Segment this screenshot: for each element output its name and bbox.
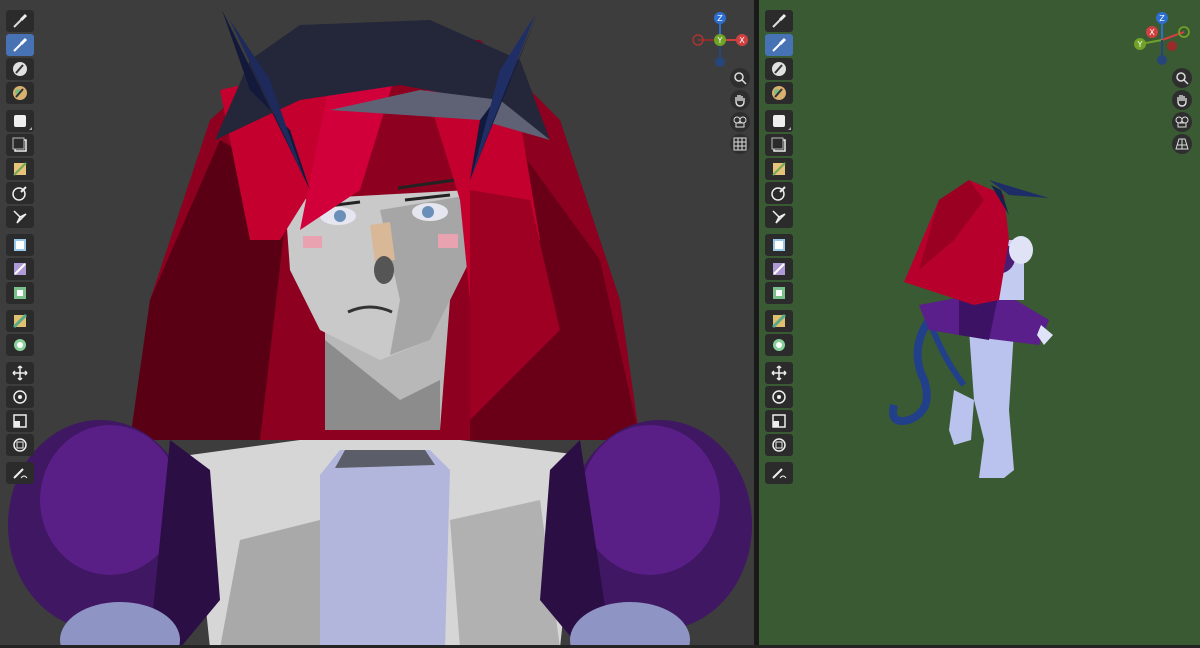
gizmo-y-label: Y (717, 36, 723, 45)
move-icon[interactable] (765, 362, 793, 384)
brush-icon[interactable] (6, 10, 34, 32)
search-texture-icon[interactable] (765, 334, 793, 356)
uv-texture-icon[interactable] (6, 234, 34, 256)
viewport-left[interactable]: Z X Y (0, 0, 754, 648)
mask-brush-icon[interactable] (6, 158, 34, 180)
axis-gizmo-svg[interactable]: Z X Y (690, 10, 750, 70)
perspective-icon[interactable] (1172, 134, 1192, 154)
rotate-icon[interactable] (6, 386, 34, 408)
draw-brush-icon[interactable] (6, 34, 34, 56)
annotate-icon[interactable] (765, 462, 793, 484)
pan-hand-icon[interactable] (730, 90, 750, 110)
draw-brush-icon[interactable] (765, 34, 793, 56)
gradient-icon[interactable] (765, 182, 793, 204)
smear-brush-icon[interactable] (765, 82, 793, 104)
navigation-gizmo[interactable]: Z X Y (690, 10, 750, 70)
axis-gizmo-svg[interactable]: Z X Y (1132, 10, 1192, 70)
character-closeup-render (8, 8, 752, 648)
tail (889, 317, 933, 425)
scale-icon[interactable] (6, 410, 34, 432)
ortho-grid-icon[interactable] (730, 134, 750, 154)
cheek-left (303, 236, 322, 248)
tool-shelf (765, 10, 793, 486)
gizmo-z-label: Z (1159, 14, 1165, 23)
legs (969, 330, 1014, 478)
transform-icon[interactable] (765, 434, 793, 456)
sample-icon[interactable] (6, 206, 34, 228)
gizmo-x-label: X (1149, 28, 1155, 37)
pan-hand-icon[interactable] (1172, 90, 1192, 110)
sample-icon[interactable] (765, 206, 793, 228)
gizmo-x-label: X (739, 36, 745, 45)
rotate-icon[interactable] (765, 386, 793, 408)
center-panel (320, 450, 450, 648)
navigation-gizmo[interactable]: Z X Y (1132, 10, 1192, 70)
soften-brush-icon[interactable] (6, 58, 34, 80)
center-panel-top (335, 450, 435, 468)
character-fullbody-render (889, 180, 1053, 478)
paint-mask-icon[interactable] (6, 310, 34, 332)
uv-texture-icon[interactable] (765, 234, 793, 256)
zoom-icon[interactable] (1172, 68, 1192, 88)
zoom-icon[interactable] (730, 68, 750, 88)
scale-icon[interactable] (765, 410, 793, 432)
transform-icon[interactable] (6, 434, 34, 456)
brush-icon[interactable] (765, 10, 793, 32)
green-texture-icon[interactable] (765, 282, 793, 304)
search-texture-icon[interactable] (6, 334, 34, 356)
paint-mask-icon[interactable] (765, 310, 793, 332)
color-texture-icon[interactable] (765, 258, 793, 280)
camera-view-icon[interactable] (1172, 112, 1192, 132)
smear-brush-icon[interactable] (6, 82, 34, 104)
color-texture-icon[interactable] (6, 258, 34, 280)
gizmo-z-label: Z (717, 14, 723, 23)
green-texture-icon[interactable] (6, 282, 34, 304)
annotate-icon[interactable] (6, 462, 34, 484)
clone-brush-icon[interactable] (765, 110, 793, 132)
move-icon[interactable] (6, 362, 34, 384)
tool-shelf (6, 10, 34, 486)
gizmo-y-label: Y (1137, 40, 1143, 49)
soften-brush-icon[interactable] (765, 58, 793, 80)
gradient-icon[interactable] (6, 182, 34, 204)
clone-brush-icon[interactable] (6, 110, 34, 132)
fill-brush-icon[interactable] (6, 134, 34, 156)
viewport-right[interactable]: Z X Y (759, 0, 1200, 648)
camera-view-icon[interactable] (730, 112, 750, 132)
cheek-right (438, 234, 458, 248)
mask-brush-icon[interactable] (765, 158, 793, 180)
fill-brush-icon[interactable] (765, 134, 793, 156)
